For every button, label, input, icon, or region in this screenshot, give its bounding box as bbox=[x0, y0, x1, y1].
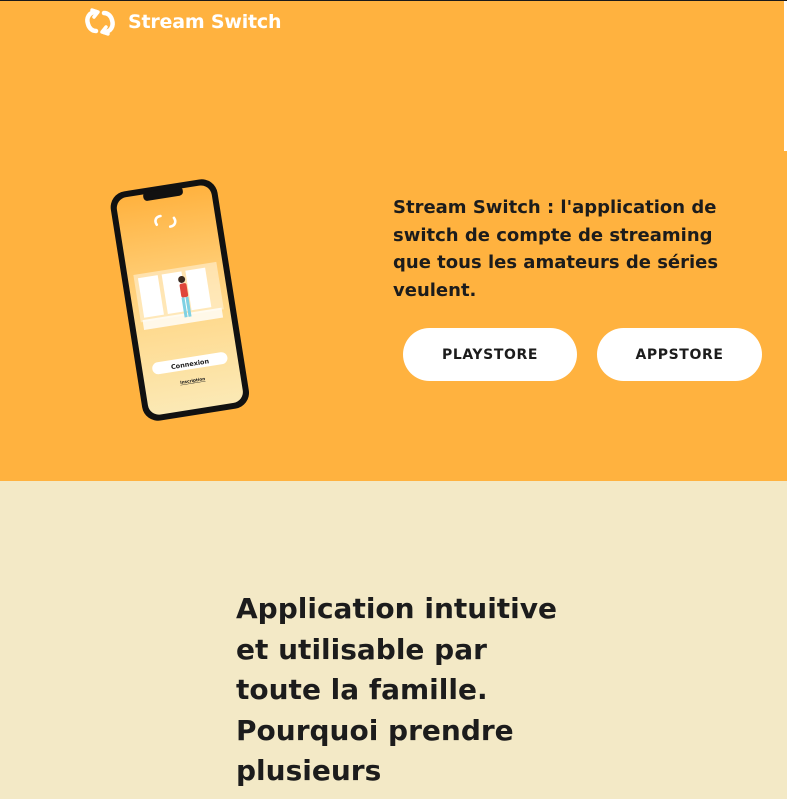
appstore-button[interactable]: APPSTORE bbox=[597, 328, 762, 381]
playstore-button[interactable]: PLAYSTORE bbox=[403, 328, 577, 381]
brand-name: Stream Switch bbox=[128, 11, 282, 33]
phone-illustration: Connexion Inscription bbox=[108, 176, 253, 426]
brand-home-link[interactable]: Stream Switch bbox=[82, 6, 281, 38]
hero-tagline: Stream Switch : l'application de switch … bbox=[393, 197, 719, 301]
sync-arrows-icon bbox=[85, 8, 115, 36]
phone-mockup-image: Connexion Inscription bbox=[110, 179, 250, 421]
feature-title: Application intuitive et utilisable par … bbox=[236, 592, 576, 799]
